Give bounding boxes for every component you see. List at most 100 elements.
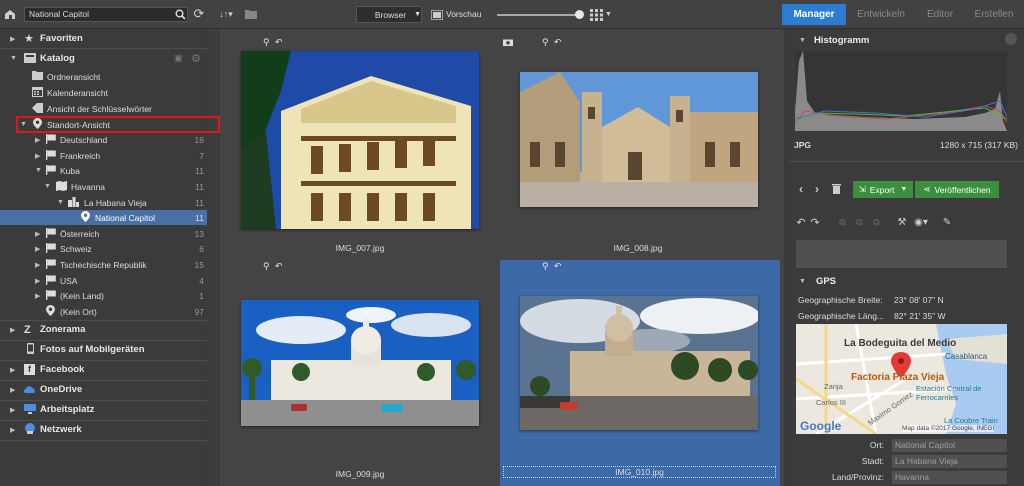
highlight-box <box>16 116 220 133</box>
add-folder-icon[interactable]: ▣ <box>174 53 183 64</box>
tab-develop[interactable]: Entwickeln <box>850 4 912 25</box>
sidebar-item-frankreich[interactable]: ▶ Frankreich 7 <box>0 148 207 163</box>
province-label: Land/Provinz: <box>832 472 884 482</box>
copy-icon[interactable]: ⧉ <box>837 217 848 228</box>
filename-img-008: IMG_008.jpg <box>613 243 663 253</box>
sidebar-item-keyword-view[interactable]: Ansicht der Schlüsselwörter <box>0 101 207 116</box>
place-pin-icon <box>81 211 90 224</box>
slider-knob[interactable] <box>575 10 584 19</box>
location-tag-icon: ⚲ <box>542 37 549 47</box>
navigator-sidebar: ▶ ★ Favoriten ▼ Katalog ▣ ⚙ Ordneransicht Kal… <box>0 29 207 486</box>
undo-icon: ↶ <box>554 37 562 47</box>
tab-create[interactable]: Erstellen <box>968 4 1020 25</box>
sidebar-item-tschechische-republik[interactable]: ▶ Tschechische Republik 15 <box>0 257 207 272</box>
grid-view-icon[interactable]: ▼ <box>589 8 613 21</box>
longitude-label: Geographische Läng... <box>798 311 885 321</box>
paste-icon[interactable]: ⧉ <box>854 217 865 228</box>
map-label: Carlos III <box>816 398 847 407</box>
flag-icon <box>46 164 56 177</box>
undo-icon: ↶ <box>275 261 283 271</box>
map-copyright: Map data ©2017 Google, INEGI <box>902 425 995 432</box>
filename-img-009: IMG_009.jpg <box>335 469 385 479</box>
location-map[interactable]: La Bodeguita del Medio Casablanca Factor… <box>796 324 1007 434</box>
sidebar-item-no-place[interactable]: (Kein Ort) 97 <box>0 304 207 319</box>
sidebar-item-usa[interactable]: ▶ USA 4 <box>0 273 207 288</box>
sidebar-item-zonerama[interactable]: ▶ Z Zonerama <box>0 322 207 337</box>
search-icon[interactable] <box>173 8 187 21</box>
next-icon[interactable]: › <box>811 182 823 196</box>
thumbnail-img-009[interactable] <box>241 300 479 426</box>
description-field[interactable] <box>796 240 1007 268</box>
calendar-icon <box>32 86 43 99</box>
thumbnail-size-slider[interactable] <box>497 14 579 16</box>
clipboard-icon[interactable]: ⧉ <box>871 217 882 228</box>
export-button[interactable]: ⇲ Export ▼ <box>853 181 913 198</box>
sidebar-item-deutschland[interactable]: ▶ Deutschland 16 <box>0 132 207 147</box>
sidebar-item-onedrive[interactable]: ▶ OneDrive <box>0 382 207 397</box>
tab-editor[interactable]: Editor <box>916 4 964 25</box>
tab-manager[interactable]: Manager <box>782 4 846 25</box>
sidebar-item-facebook[interactable]: ▶ f Facebook <box>0 362 207 377</box>
new-folder-icon[interactable] <box>244 8 258 20</box>
sidebar-item-folder-view[interactable]: Ordneransicht <box>0 69 207 84</box>
sort-icon[interactable]: ↓↑▾ <box>216 7 236 21</box>
gear-icon[interactable]: ⚙ <box>191 52 201 65</box>
thumbnail-img-007[interactable] <box>241 51 479 229</box>
eye-icon[interactable]: ◉▾ <box>911 216 931 228</box>
publish-button[interactable]: ⋖ Veröffentlichen <box>915 181 999 198</box>
place-field[interactable]: National Capitol <box>892 439 1007 452</box>
gps-header[interactable]: ▼ GPS <box>789 272 1024 290</box>
thumbnail-img-008[interactable] <box>520 72 758 207</box>
cloud-icon <box>23 385 36 395</box>
map-label: La Coubre Train <box>944 416 998 425</box>
search-input[interactable]: National Capitol <box>24 7 188 22</box>
close-icon[interactable] <box>1005 33 1017 45</box>
sidebar-item-network[interactable]: ▶ Netzwerk <box>0 422 207 437</box>
thumbnail-img-010[interactable] <box>520 296 758 430</box>
sidebar-item-catalog[interactable]: ▼ Katalog ▣ ⚙ <box>0 51 207 66</box>
preview-label[interactable]: Vorschau <box>446 9 481 19</box>
catalog-icon <box>24 52 36 65</box>
wand-icon[interactable]: ⚒ <box>896 216 908 228</box>
sidebar-item-kuba[interactable]: ▼ Kuba 11 <box>0 163 207 178</box>
sidebar-item-osterreich[interactable]: ▶ Österreich 13 <box>0 226 207 241</box>
place-label: Ort: <box>869 440 884 450</box>
trash-icon[interactable] <box>830 183 842 195</box>
map-label: Zanja <box>824 382 843 391</box>
sidebar-item-havanna[interactable]: ▼ Havanna 11 <box>0 179 207 194</box>
facebook-icon: f <box>24 364 35 375</box>
sidebar-item-favorites[interactable]: ▶ ★ Favoriten <box>0 31 207 46</box>
chevron-down-icon: ▼ <box>799 36 806 44</box>
chevron-down-icon: ▼ <box>900 186 908 193</box>
chevron-down-icon: ▼ <box>799 277 806 285</box>
file-type: JPG <box>794 140 812 150</box>
sidebar-item-mobile[interactable]: Fotos auf Mobilgeräten <box>0 342 207 357</box>
city-field[interactable]: La Habana Vieja <box>892 455 1007 468</box>
folder-icon <box>32 71 43 82</box>
city-icon <box>68 196 79 209</box>
rotate-left-icon[interactable]: ↶ <box>795 216 807 229</box>
sidebar-item-no-country[interactable]: ▶ (Kein Land) 1 <box>0 288 207 303</box>
top-toolbar: National Capitol ⟳ ↓↑▾ Browser ▼ Vorschau… <box>0 0 1024 29</box>
province-field[interactable]: Havanna <box>892 471 1007 484</box>
edit-icon[interactable]: ✎ <box>941 216 953 228</box>
sidebar-item-schweiz[interactable]: ▶ Schweiz 6 <box>0 241 207 256</box>
flag-icon <box>46 274 56 287</box>
sidebar-item-national-capitol[interactable]: National Capitol 11 <box>0 210 207 225</box>
previous-icon[interactable]: ‹ <box>795 182 807 196</box>
camera-icon <box>503 38 513 48</box>
sidebar-item-la-habana-vieja[interactable]: ▼ La Habana Vieja 11 <box>0 195 207 210</box>
browser-dropdown[interactable]: Browser ▼ <box>356 6 422 23</box>
city-label: Stadt: <box>861 456 884 466</box>
export-icon: ⇲ <box>858 184 866 194</box>
info-panel: ▼ Histogramm JPG 1280 x 715 (317 KB) ‹ › … <box>789 29 1024 486</box>
rotate-right-icon[interactable]: ↷ <box>809 216 821 229</box>
preview-icon[interactable] <box>430 9 443 20</box>
refresh-icon[interactable]: ⟳ <box>192 6 206 21</box>
zoner-app: National Capitol ⟳ ↓↑▾ Browser ▼ Vorschau… <box>0 0 1024 486</box>
network-icon <box>24 423 36 436</box>
home-icon[interactable] <box>3 8 17 21</box>
sidebar-item-workspace[interactable]: ▶ Arbeitsplatz <box>0 402 207 417</box>
sidebar-item-calendar-view[interactable]: Kalenderansicht <box>0 85 207 100</box>
histogram-header[interactable]: ▼ Histogramm <box>789 31 1024 49</box>
